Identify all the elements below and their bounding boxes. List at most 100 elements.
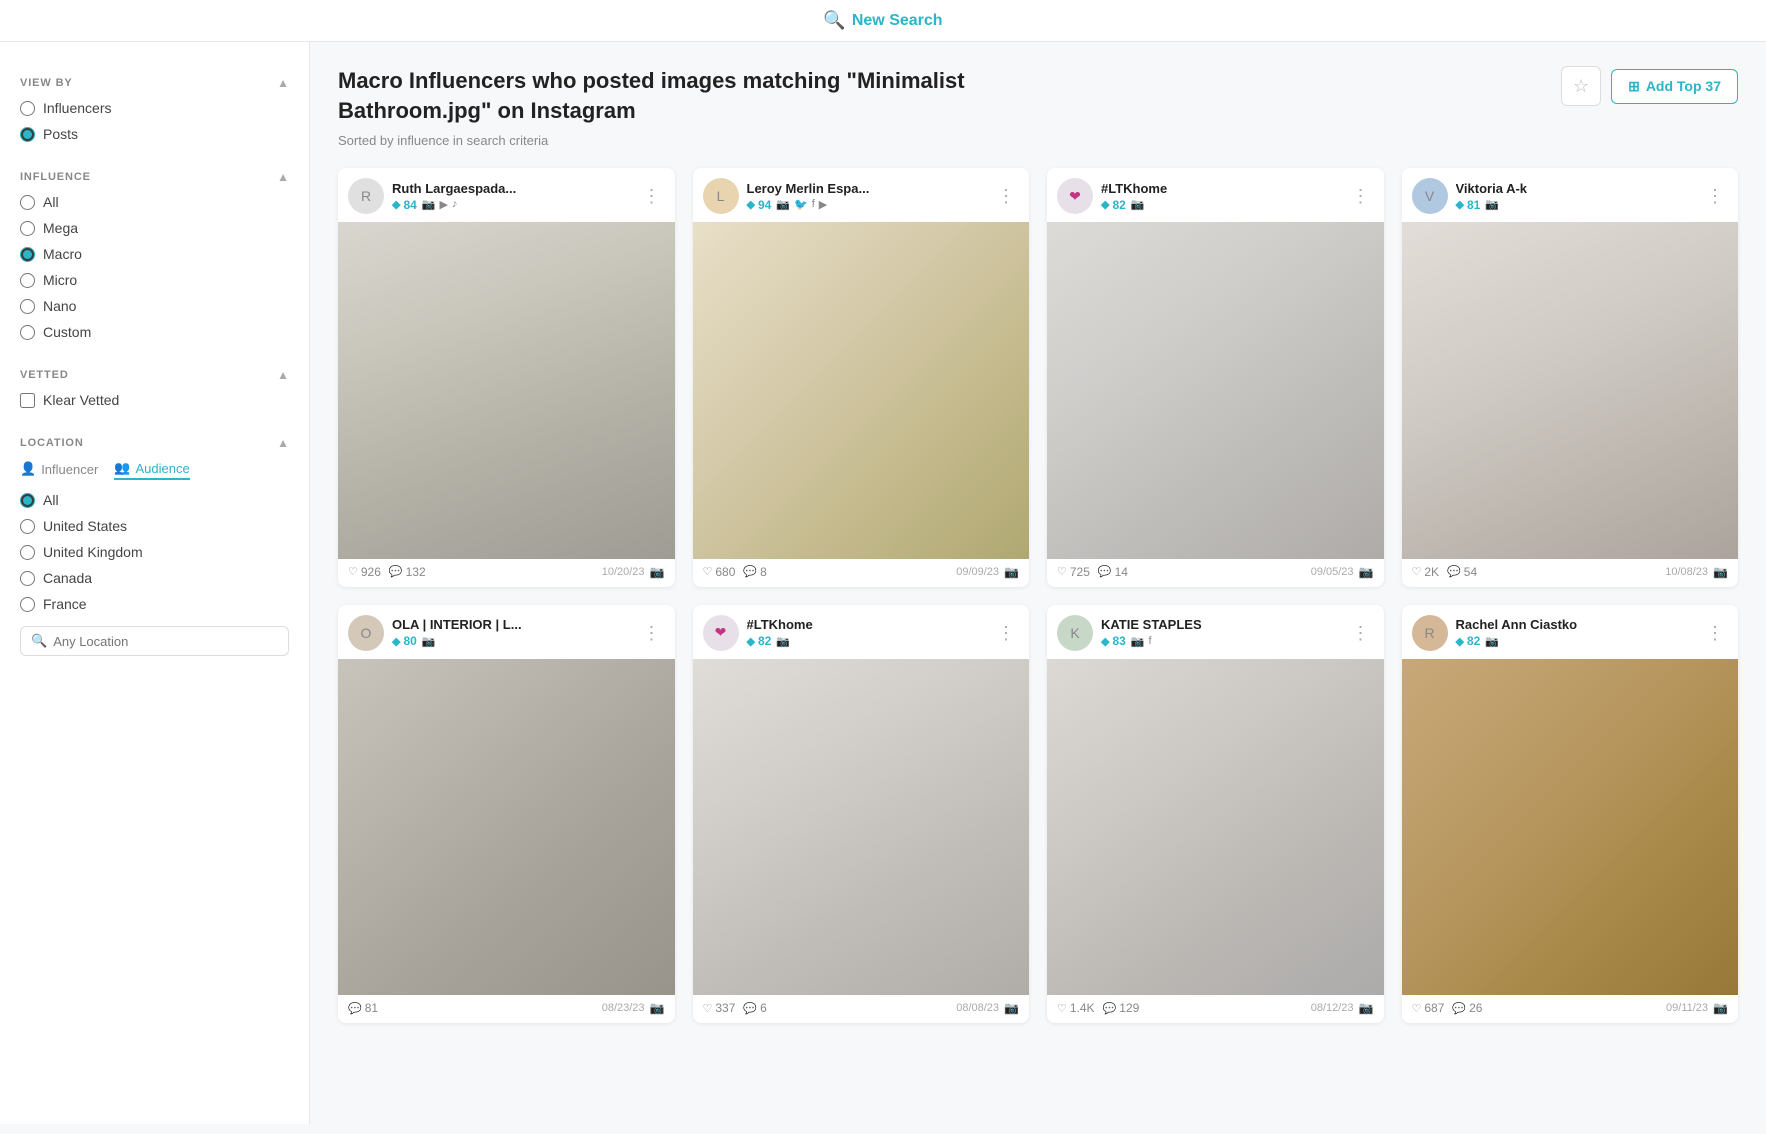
post-card-5-more[interactable]: ⋮ [639,622,665,644]
post-card-7-info: KATIE STAPLES ◆ 83 📷 f [1101,617,1340,648]
star-button[interactable]: ☆ [1561,66,1601,106]
insta-icon: 📷 [1713,1001,1728,1015]
influence-all[interactable]: All [20,194,289,210]
location-title: LOCATION [20,437,84,449]
influence-custom[interactable]: Custom [20,324,289,340]
klear-vetted-label: Klear Vetted [43,392,119,408]
post-card-3-more[interactable]: ⋮ [1348,185,1374,207]
post-card-2-image[interactable] [693,222,1030,559]
post-card-1: R Ruth Largaespada... ◆ 84 📷 ▶ ♪ [338,168,675,587]
post-card-5-avatar: O [348,615,384,651]
post-card-5-stats: 💬 81 [348,1001,378,1015]
influence-options: All Mega Macro Micro Nano Custom [0,194,309,354]
post-card-7-more[interactable]: ⋮ [1348,622,1374,644]
influence-mega-label: Mega [43,220,78,236]
location-all[interactable]: All [20,492,289,508]
post-card-2-more[interactable]: ⋮ [993,185,1019,207]
influence-micro[interactable]: Micro [20,272,289,288]
influence-header[interactable]: INFLUENCE ▲ [0,156,309,194]
diamond-icon: ◆ [392,198,400,211]
location-tab-influencer[interactable]: 👤 Influencer [20,461,98,479]
comments-stat: 💬 6 [743,1001,766,1015]
post-card-6-footer: ♡ 337 💬 6 08/08/23 📷 [693,995,1030,1023]
add-top-button[interactable]: ⊞ Add Top 37 [1611,69,1738,104]
post-card-1-header: R Ruth Largaespada... ◆ 84 📷 ▶ ♪ [338,168,675,222]
post-card-1-info: Ruth Largaespada... ◆ 84 📷 ▶ ♪ [392,181,631,212]
view-by-posts[interactable]: Posts [20,126,289,142]
post-card-7-score: ◆ 83 [1101,634,1126,648]
post-card-4-name: Viktoria A-k [1456,181,1695,196]
add-top-label: Add Top 37 [1646,78,1721,94]
location-uk[interactable]: United Kingdom [20,544,289,560]
insta-icon: 📷 [1713,565,1728,579]
location-canada[interactable]: Canada [20,570,289,586]
view-by-header[interactable]: VIEW BY ▲ [0,62,309,100]
comments-stat: 💬 54 [1447,565,1477,579]
vetted-klear[interactable]: Klear Vetted [20,392,289,408]
location-us-label: United States [43,518,127,534]
location-search[interactable]: 🔍 [20,626,289,656]
post-card-6-more[interactable]: ⋮ [993,622,1019,644]
post-card-2-score: ◆ 94 [747,198,772,212]
youtube-icon: ▶ [440,198,448,211]
post-card-6-image[interactable] [693,659,1030,996]
post-card-5-image[interactable] [338,659,675,996]
new-search-button[interactable]: 🔍 New Search [823,10,942,31]
location-tab-audience[interactable]: 👥 Audience [114,460,189,480]
post-card-5-header: O OLA | INTERIOR | L... ◆ 80 📷 [338,605,675,659]
instagram-icon: 📷 [422,198,436,211]
influence-all-label: All [43,194,59,210]
post-card-1-image[interactable] [338,222,675,559]
post-card-8-image[interactable] [1402,659,1739,996]
location-uk-label: United Kingdom [43,544,143,560]
heart-icon: ♡ [1057,565,1067,578]
influence-macro-label: Macro [43,246,82,262]
view-by-influencers[interactable]: Influencers [20,100,289,116]
post-card-6-info: #LTKhome ◆ 82 📷 [747,617,986,648]
post-card-4-date: 10/08/23 [1665,566,1708,578]
location-search-input[interactable] [53,634,278,649]
influence-nano-label: Nano [43,298,76,314]
post-card-7-date: 08/12/23 [1311,1002,1354,1014]
vetted-title: VETTED [20,369,69,381]
view-by-title: VIEW BY [20,77,73,89]
post-card-7-image[interactable] [1047,659,1384,996]
comment-icon: 💬 [389,565,403,578]
location-tabs: 👤 Influencer 👥 Audience [0,460,309,492]
post-card-5-footer: 💬 81 08/23/23 📷 [338,995,675,1023]
post-card-3-image[interactable] [1047,222,1384,559]
post-card-1-social: 📷 ▶ ♪ [422,198,458,211]
post-card-8-more[interactable]: ⋮ [1702,622,1728,644]
post-card-2-meta: ◆ 94 📷 🐦 f ▶ [747,198,986,212]
post-card-1-more[interactable]: ⋮ [639,185,665,207]
facebook-icon: f [812,198,815,211]
sorted-label: Sorted by influence in search criteria [338,133,1738,148]
post-card-4-more[interactable]: ⋮ [1702,185,1728,207]
post-card-7-header: K KATIE STAPLES ◆ 83 📷 f [1047,605,1384,659]
influence-nano[interactable]: Nano [20,298,289,314]
post-card-3-score: ◆ 82 [1101,198,1126,212]
heart-icon: ♡ [1412,1002,1422,1015]
location-header[interactable]: LOCATION ▲ [0,422,309,460]
post-card-4-avatar: V [1412,178,1448,214]
post-card-7-footer: ♡ 1.4K 💬 129 08/12/23 📷 [1047,995,1384,1023]
comment-icon: 💬 [1447,565,1461,578]
influence-macro[interactable]: Macro [20,246,289,262]
vetted-header[interactable]: VETTED ▲ [0,354,309,392]
post-card-8-stats: ♡ 687 💬 26 [1412,1001,1483,1015]
location-us[interactable]: United States [20,518,289,534]
location-france[interactable]: France [20,596,289,612]
comment-icon: 💬 [743,565,757,578]
comments-stat: 💬 129 [1103,1001,1140,1015]
tiktok-icon: ♪ [452,198,458,211]
twitter-icon: 🐦 [794,198,808,211]
diamond-icon: ◆ [1456,635,1464,648]
post-card-2-avatar: L [703,178,739,214]
influence-mega[interactable]: Mega [20,220,289,236]
comment-icon: 💬 [1103,1002,1117,1015]
comments-stat: 💬 132 [389,565,426,579]
post-card-3-stats: ♡ 725 💬 14 [1057,565,1128,579]
post-card-4-image[interactable] [1402,222,1739,559]
vetted-options: Klear Vetted [0,392,309,422]
post-card-2-date: 09/09/23 [956,566,999,578]
